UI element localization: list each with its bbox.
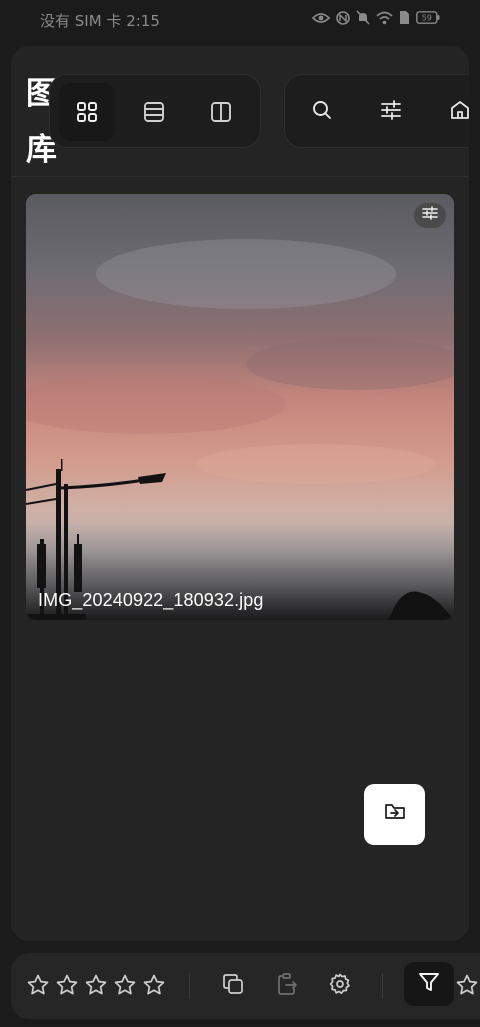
bottom-toolbar xyxy=(11,953,480,1019)
list-view-icon xyxy=(142,100,166,124)
filter-button[interactable] xyxy=(404,962,454,1006)
status-text: 没有 SIM 卡 2:15 xyxy=(40,12,160,30)
eye-icon xyxy=(312,11,330,25)
list-view-button[interactable] xyxy=(126,83,182,141)
move-to-button[interactable] xyxy=(273,972,301,1000)
mute-icon xyxy=(356,10,370,25)
rating-star-4[interactable] xyxy=(113,973,137,997)
favorites-star-icon[interactable] xyxy=(455,973,479,997)
copy-button[interactable] xyxy=(219,972,247,1000)
search-button[interactable] xyxy=(305,95,339,129)
toolbar-separator xyxy=(189,973,190,999)
split-view-icon xyxy=(209,100,233,124)
header-actions xyxy=(284,74,469,148)
wifi-icon xyxy=(376,11,393,25)
photo-thumbnail xyxy=(26,194,454,620)
home-icon xyxy=(449,99,469,126)
adjust-icon xyxy=(422,206,438,225)
settings-icon xyxy=(328,972,352,1001)
status-bar: 没有 SIM 卡 2:15 59 xyxy=(0,0,480,38)
rating-star-5[interactable] xyxy=(142,973,166,997)
grid-view-icon xyxy=(75,100,99,124)
split-view-button[interactable] xyxy=(193,83,249,141)
adjust-icon xyxy=(380,99,402,126)
filter-icon xyxy=(417,970,441,999)
move-to-icon xyxy=(275,972,299,1001)
home-button[interactable] xyxy=(443,95,469,129)
main-panel: 图库 IMG_20240922_180932.jpg xyxy=(11,46,469,941)
photo-filename: IMG_20240922_180932.jpg xyxy=(38,590,264,610)
rating-star-2[interactable] xyxy=(55,973,79,997)
grid-view-button[interactable] xyxy=(59,83,115,141)
photo-edit-button[interactable] xyxy=(414,203,446,228)
battery-level: 59 xyxy=(422,14,432,23)
settings-button[interactable] xyxy=(326,972,354,1000)
battery-icon: 59 xyxy=(416,11,440,24)
import-button[interactable] xyxy=(364,784,425,845)
status-icons: 59 xyxy=(312,10,440,25)
folder-import-icon xyxy=(384,802,406,827)
header-divider xyxy=(11,176,469,177)
view-mode-toggle xyxy=(49,74,261,148)
adjust-button[interactable] xyxy=(374,95,408,129)
rating-star-1[interactable] xyxy=(26,973,50,997)
nfc-icon xyxy=(336,10,350,25)
sim-icon xyxy=(399,10,410,25)
copy-icon xyxy=(221,972,245,1001)
toolbar-separator xyxy=(382,973,383,999)
photo-card[interactable]: IMG_20240922_180932.jpg xyxy=(26,194,454,620)
search-icon xyxy=(311,99,333,126)
rating-star-3[interactable] xyxy=(84,973,108,997)
